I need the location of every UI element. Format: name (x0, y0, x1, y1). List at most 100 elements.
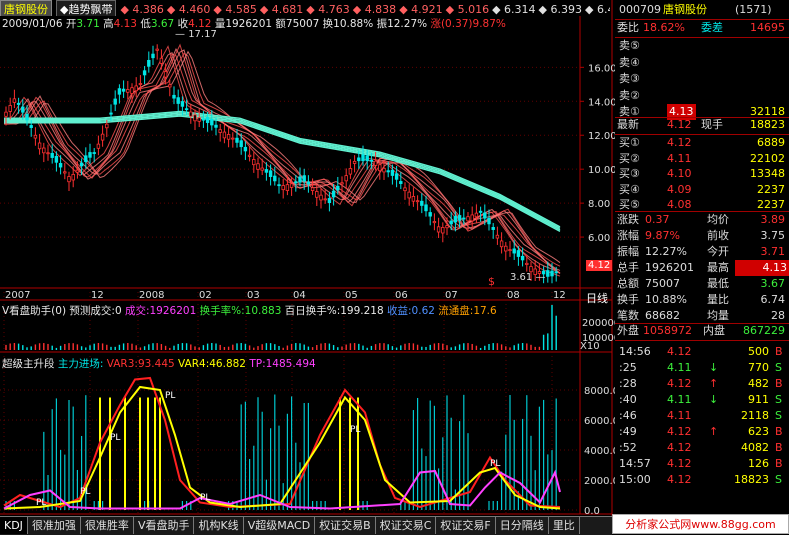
candle-body (323, 198, 327, 201)
header-bar: 唐钢股份 ◆趋势飘带 ◆ 4.386 ◆ 4.460 ◆ 4.585 ◆ 4.681 ◆ 4… (0, 0, 610, 16)
candle-body (58, 163, 63, 168)
indicator-name[interactable]: ◆趋势飘带 (56, 0, 117, 16)
tab-6[interactable]: 权证交易B (315, 517, 376, 534)
candle-body (222, 131, 227, 139)
tab-10[interactable]: 里比 (549, 517, 580, 534)
tick-price: 4.11 (667, 361, 692, 374)
price-tick-label: 16.00 (588, 63, 617, 74)
indicator-axis-label: 6000.0 (584, 416, 619, 427)
candle-body (205, 116, 210, 123)
candle-body (281, 185, 285, 191)
value: 最高 (707, 261, 729, 274)
candle-body (193, 114, 197, 122)
period-label[interactable]: 日线 (586, 290, 608, 306)
tick-arrow: ↓ (709, 393, 719, 406)
tab-7[interactable]: 权证交易C (376, 517, 437, 534)
volume-text: 成交:1926201 (124, 305, 197, 317)
bid-vol: 13348 (750, 167, 785, 180)
tick-time: :40 (619, 393, 637, 406)
value: 3.75 (760, 229, 786, 242)
candle-body (84, 155, 88, 162)
time-tick-label: 12 (553, 290, 566, 301)
candle-body (294, 181, 298, 184)
candle-body (50, 152, 54, 158)
candle-body (386, 170, 390, 173)
tab-9[interactable]: 日分隔线 (496, 517, 549, 534)
tab-0[interactable]: KDJ (0, 517, 28, 534)
tab-8[interactable]: 权证交易F (436, 517, 496, 534)
indicator-title: 超级主升段 (2, 358, 55, 370)
quote-panel: 000709 唐钢股份 (1571) 委比 18.62% 委差 14695 卖⑤ 卖④ 卖③ 卖② 卖… (615, 0, 789, 534)
tab-5[interactable]: V超级MACD (244, 517, 316, 534)
stat-row: 涨幅 9.87% 前收 3.75 (615, 228, 789, 244)
tick-row: :25 4.11 ↓ 770 S (615, 360, 789, 376)
candle-body (92, 152, 96, 154)
candle-body (491, 227, 495, 230)
time-tick-label: 04 (293, 290, 306, 301)
tick-row: 14:57 4.12 126 B (615, 456, 789, 472)
value: 867229 (743, 324, 785, 337)
candle-body (306, 181, 311, 185)
time-tick-label: 08 (507, 290, 520, 301)
ma-value: ◆ 4.681 (259, 3, 304, 16)
candle-body (12, 98, 17, 103)
amount-label: 额 (275, 18, 286, 30)
candle-body (352, 160, 357, 164)
tab-1[interactable]: 很准加强 (28, 517, 81, 534)
tab-2[interactable]: 很准胜率 (81, 517, 134, 534)
tick-bs: B (775, 425, 783, 438)
bid-vol: 2237 (757, 182, 785, 196)
value: 3.89 (760, 213, 786, 226)
candle-body (302, 175, 306, 182)
indicator-axis-label: 8000.0 (584, 386, 619, 397)
stat-row: 涨跌 0.37 均价 3.89 (615, 212, 789, 228)
pl-label: PL (490, 459, 500, 469)
candle-body (37, 142, 42, 150)
ask-row: 卖③ (615, 71, 789, 87)
amplitude-label: 振 (376, 18, 388, 30)
candle-body (134, 85, 138, 92)
value: 75007 (645, 277, 680, 290)
tick-vol: 770 (748, 361, 769, 374)
stat-row: 总额 75007 最低 3.67 (615, 276, 789, 292)
candle-body (126, 89, 130, 93)
candle-body (495, 234, 500, 239)
value: 今开 (707, 245, 729, 258)
change-pct: 9.87% (472, 18, 506, 30)
candle-body (424, 204, 428, 212)
bid-row: 买② 4.11 22102 (615, 151, 789, 167)
pl-label: PL (80, 487, 90, 497)
bid-row: 买① 4.12 6889 (615, 135, 789, 151)
tick-bs: S (775, 361, 782, 374)
bid-price: 4.10 (667, 167, 692, 180)
tick-bs: B (775, 345, 783, 358)
candle-body (138, 83, 143, 85)
time-tick-label: 02 (199, 290, 212, 301)
quote-header: 000709 唐钢股份 (1571) (615, 2, 789, 18)
candle-body (436, 226, 441, 233)
tick-arrow: ↑ (709, 377, 719, 390)
tab-4[interactable]: 机构K线 (194, 517, 244, 534)
candle-body (357, 157, 361, 162)
stock-name-button[interactable]: 唐钢股份 (0, 0, 52, 16)
candle-body (4, 111, 8, 117)
candle-body (483, 212, 487, 219)
candle-body (243, 146, 248, 152)
tab-3[interactable]: V看盘助手 (134, 517, 195, 534)
candle-body (96, 143, 101, 149)
candle-body (453, 215, 458, 223)
change-label: 涨 (430, 18, 441, 30)
time-tick-label: 03 (247, 290, 260, 301)
candle-body (235, 137, 239, 143)
bid-label: 买③ (619, 167, 640, 180)
candle-body (546, 270, 550, 277)
tick-arrow: ↓ (709, 361, 719, 374)
candle-body (390, 169, 395, 176)
high-marker-value: 17.17 (188, 29, 217, 40)
value: 涨跌 (617, 213, 639, 226)
stat-row: 总手 1926201 最高 4.13 (615, 260, 789, 276)
time-tick-label: 2008 (139, 290, 164, 301)
candle-body (214, 124, 218, 128)
candle-body (46, 152, 50, 155)
tick-row: 14:56 4.12 500 B (615, 344, 789, 360)
